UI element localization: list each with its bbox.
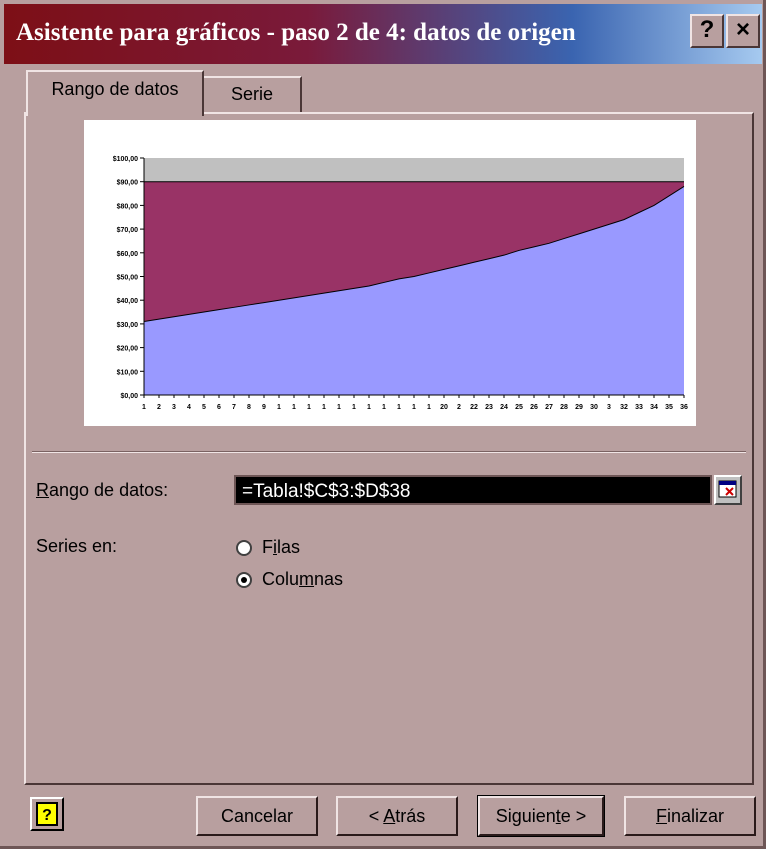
y-tick-label: $100,00 — [113, 156, 138, 163]
chart-wizard-dialog: Asistente para gráficos - paso 2 de 4: d… — [0, 0, 766, 849]
x-tick-label: 36 — [680, 404, 688, 411]
x-tick-label: 3 — [172, 404, 176, 411]
close-button[interactable]: × — [726, 14, 760, 48]
office-assistant-button[interactable]: ? — [30, 797, 64, 831]
x-tick-label: 28 — [560, 404, 568, 411]
tab-data-range[interactable]: Rango de datos — [26, 70, 204, 116]
window-title: Asistente para gráficos - paso 2 de 4: d… — [16, 19, 576, 46]
cancel-button[interactable]: Cancelar — [196, 796, 318, 836]
x-tick-label: 32 — [620, 404, 628, 411]
title-bar[interactable]: Asistente para gráficos - paso 2 de 4: d… — [4, 4, 762, 64]
x-tick-label: 7 — [232, 404, 236, 411]
data-range-input[interactable]: =Tabla!$C$3:$D$38 — [234, 475, 712, 505]
x-tick-label: 6 — [217, 404, 221, 411]
chart-preview: $100,00 $90,00 $80,00 $70,00 $60,00 $50,00 $40… — [84, 120, 696, 426]
x-tick-label: 1 — [367, 404, 371, 411]
y-tick-label: $0,00 — [120, 393, 138, 400]
x-tick-label: 2 — [457, 404, 461, 411]
collapse-dialog-button[interactable] — [714, 475, 742, 505]
x-tick-label: 27 — [545, 404, 553, 411]
x-tick-label: 1 — [307, 404, 311, 411]
x-tick-label: 1 — [412, 404, 416, 411]
x-tick-label: 1 — [292, 404, 296, 411]
y-tick-label: $10,00 — [117, 369, 139, 376]
x-tick-label: 8 — [247, 404, 251, 411]
x-tick-label: 34 — [650, 404, 658, 411]
data-range-label: Rango de datos: — [36, 480, 169, 500]
x-tick-label: 1 — [142, 404, 146, 411]
x-tick-label: 26 — [530, 404, 538, 411]
x-tick-label: 33 — [635, 404, 643, 411]
y-tick-label: $70,00 — [117, 227, 139, 234]
x-tick-label: 1 — [337, 404, 341, 411]
next-button[interactable]: Siguiente > — [477, 795, 605, 837]
help-icon: ? — [36, 802, 58, 826]
x-tick-label: 1 — [397, 404, 401, 411]
x-tick-label: 29 — [575, 404, 583, 411]
y-tick-label: $40,00 — [117, 298, 139, 305]
x-tick-label: 24 — [500, 404, 508, 411]
x-tick-label: 20 — [440, 404, 448, 411]
range-select-icon — [718, 480, 737, 498]
x-tick-label: 3 — [607, 404, 611, 411]
x-tick-label: 2 — [157, 404, 161, 411]
y-tick-label: $90,00 — [117, 180, 139, 187]
y-tick-label: $80,00 — [117, 203, 139, 210]
y-tick-label: $20,00 — [117, 346, 139, 353]
area-chart: $100,00 $90,00 $80,00 $70,00 $60,00 $50,00 $40… — [113, 156, 688, 411]
x-tick-label: 1 — [352, 404, 356, 411]
radio-rows[interactable] — [236, 540, 252, 556]
x-tick-label: 30 — [590, 404, 598, 411]
tab-series[interactable]: Serie — [204, 76, 302, 114]
radio-selected-dot — [241, 577, 247, 583]
series-in-label: Series en: — [36, 536, 118, 556]
finish-button[interactable]: Finalizar — [624, 796, 756, 836]
y-tick-label: $30,00 — [117, 322, 139, 329]
x-tick-label: 1 — [382, 404, 386, 411]
help-title-button[interactable]: ? — [690, 14, 724, 48]
radio-rows-label[interactable]: Filas — [262, 537, 300, 558]
y-tick-label: $50,00 — [117, 275, 139, 282]
x-tick-label: 5 — [202, 404, 206, 411]
y-tick-label: $60,00 — [117, 251, 139, 258]
x-tick-label: 25 — [515, 404, 523, 411]
radio-columns[interactable] — [236, 572, 252, 588]
x-tick-label: 1 — [277, 404, 281, 411]
x-tick-label: 4 — [187, 404, 191, 411]
x-tick-label: 35 — [665, 404, 673, 411]
back-button[interactable]: < Atrás — [336, 796, 458, 836]
x-tick-label: 1 — [427, 404, 431, 411]
x-tick-label: 22 — [470, 404, 478, 411]
x-tick-label: 9 — [262, 404, 266, 411]
x-tick-label: 1 — [322, 404, 326, 411]
x-tick-label: 23 — [485, 404, 493, 411]
separator — [32, 451, 746, 453]
radio-columns-label[interactable]: Columnas — [262, 569, 343, 590]
svg-text:?: ? — [42, 807, 52, 824]
